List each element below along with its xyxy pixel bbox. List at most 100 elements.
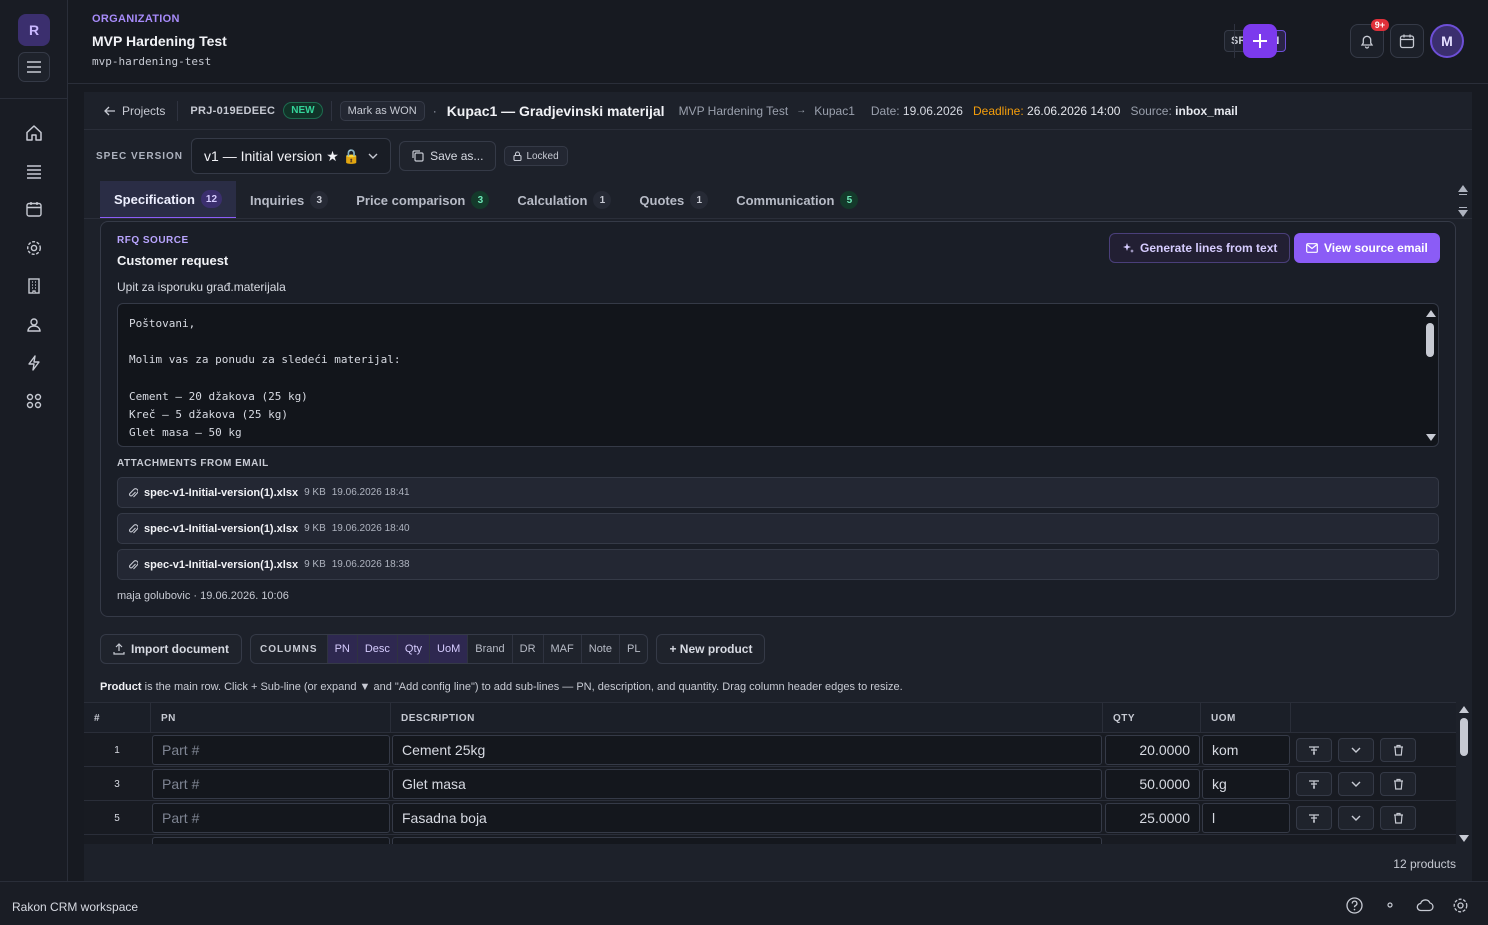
expand-row-button[interactable]	[1338, 738, 1374, 762]
row-number: 5	[114, 812, 120, 824]
delete-row-button[interactable]	[1380, 738, 1416, 762]
menu-toggle-button[interactable]	[18, 52, 50, 82]
create-button[interactable]	[1243, 24, 1277, 58]
pn-input[interactable]: Part #	[152, 803, 390, 833]
add-subline-button[interactable]	[1296, 772, 1332, 796]
settings-button[interactable]	[1451, 896, 1469, 914]
table-scrollbar[interactable]	[1458, 702, 1470, 844]
col-header-qty[interactable]: QTY	[1103, 703, 1201, 734]
deadline-label: Deadline:	[972, 103, 1024, 118]
org-label: ORGANIZATION	[92, 13, 180, 25]
header-separator	[1234, 24, 1235, 58]
column-toggle-maf[interactable]: MAF	[542, 635, 581, 663]
calendar-button[interactable]	[1390, 24, 1424, 58]
uom-input[interactable]: kom	[1202, 735, 1290, 765]
expand-row-button[interactable]	[1338, 806, 1374, 830]
back-to-projects-link[interactable]: Projects	[104, 104, 165, 118]
scroll-thumb[interactable]	[1460, 718, 1468, 756]
col-header-pn[interactable]: PN	[151, 703, 391, 734]
description-input[interactable]: Fasadna boja	[392, 803, 1102, 833]
scroll-down-icon	[1426, 434, 1436, 441]
source-field: Source: inbox_mail	[1130, 104, 1237, 118]
nav-companies[interactable]	[24, 276, 44, 296]
description-input[interactable]: Cement 25kg	[392, 735, 1102, 765]
qty-input[interactable]: 20.0000	[1105, 735, 1200, 765]
mark-as-won-button[interactable]: Mark as WON	[339, 100, 425, 121]
column-toggle-pl[interactable]: PL	[619, 635, 647, 663]
nav-apps[interactable]	[24, 391, 44, 411]
email-body-box[interactable]: Poštovani, Molim vas za ponudu za sledeć…	[117, 303, 1439, 447]
column-toggle-qty[interactable]: Qty	[396, 635, 430, 663]
home-icon	[26, 125, 42, 141]
expand-row-button[interactable]	[1338, 772, 1374, 796]
attachment-item[interactable]: spec-v1-Initial-version(1).xlsx 9 KB 19.…	[117, 549, 1439, 580]
tab-quotes[interactable]: Quotes 1	[625, 181, 722, 219]
column-toggle-desc[interactable]: Desc	[356, 635, 397, 663]
delete-row-button[interactable]	[1380, 806, 1416, 830]
rfq-subject: Upit za isporuku građ.materijala	[117, 280, 286, 294]
tab-inquiries[interactable]: Inquiries 3	[236, 181, 342, 219]
sync-button[interactable]	[1416, 896, 1434, 914]
building-icon	[28, 278, 40, 294]
nav-contacts[interactable]	[24, 315, 44, 335]
columns-toggle-group: COLUMNS PN Desc Qty UoM Brand DR MAF Not…	[250, 634, 649, 664]
new-product-button[interactable]: + New product	[656, 634, 766, 664]
crumb-org[interactable]: MVP Hardening Test	[679, 104, 789, 118]
col-header-description[interactable]: DESCRIPTION	[391, 703, 1103, 734]
email-scrollbar[interactable]	[1424, 306, 1436, 444]
description-input[interactable]	[392, 837, 1102, 844]
add-subline-button[interactable]	[1296, 738, 1332, 762]
generate-lines-button[interactable]: Generate lines from text	[1109, 233, 1291, 263]
save-as-button[interactable]: Save as...	[399, 141, 497, 171]
pn-input[interactable]: Part #	[152, 769, 390, 799]
crumb-customer[interactable]: Kupac1	[814, 104, 855, 118]
column-toggle-uom[interactable]: UoM	[429, 635, 468, 663]
delete-row-button[interactable]	[1380, 772, 1416, 796]
attachment-item[interactable]: spec-v1-Initial-version(1).xlsx 9 KB 19.…	[117, 477, 1439, 508]
table-header: # PN DESCRIPTION QTY UOM	[84, 702, 1456, 734]
scroll-thumb[interactable]	[1426, 323, 1434, 357]
attachment-date: 19.06.2026 18:40	[331, 523, 410, 534]
pn-input[interactable]	[152, 837, 390, 844]
scroll-thumb[interactable]	[1459, 194, 1467, 208]
qty-input[interactable]: 25.0000	[1105, 803, 1200, 833]
uom-input[interactable]: kg	[1202, 769, 1290, 799]
column-toggle-dr[interactable]: DR	[511, 635, 543, 663]
tab-calculation[interactable]: Calculation 1	[503, 181, 625, 219]
nav-automations[interactable]	[24, 353, 44, 373]
column-toggle-pn[interactable]: PN	[326, 635, 357, 663]
nav-calendar[interactable]	[24, 199, 44, 219]
columns-label: COLUMNS	[260, 643, 318, 655]
col-header-num[interactable]: #	[84, 703, 151, 734]
import-document-button[interactable]: Import document	[100, 634, 242, 664]
spec-version-select[interactable]: v1 — Initial version ★ 🔒	[191, 138, 392, 174]
column-toggle-note[interactable]: Note	[580, 635, 619, 663]
tab-specification[interactable]: Specification 12	[100, 181, 237, 219]
tab-count: 1	[593, 191, 612, 209]
deadline-field: Deadline: 26.06.2026 14:00	[973, 104, 1120, 118]
attachment-name: spec-v1-Initial-version(1).xlsx	[144, 558, 299, 571]
description-input[interactable]: Glet masa	[392, 769, 1102, 799]
user-avatar[interactable]: M	[1430, 24, 1464, 58]
subline-icon	[1309, 780, 1319, 789]
uom-input[interactable]: l	[1202, 803, 1290, 833]
tab-price-comparison[interactable]: Price comparison 3	[342, 181, 503, 219]
add-subline-button[interactable]	[1296, 806, 1332, 830]
col-header-uom[interactable]: UOM	[1201, 703, 1291, 734]
nav-settings[interactable]	[24, 238, 44, 258]
nav-home[interactable]	[24, 123, 44, 143]
nav-list[interactable]	[24, 161, 44, 181]
app-logo[interactable]: R	[18, 14, 50, 46]
pn-input[interactable]: Part #	[152, 735, 390, 765]
attachment-name: spec-v1-Initial-version(1).xlsx	[144, 522, 299, 535]
column-toggle-brand[interactable]: Brand	[467, 635, 511, 663]
page-scrollbar[interactable]	[1458, 185, 1468, 217]
notifications-button[interactable]: 9+	[1350, 19, 1389, 58]
org-name: MVP Hardening Test	[92, 33, 227, 49]
qty-input[interactable]: 50.0000	[1105, 769, 1200, 799]
attachment-item[interactable]: spec-v1-Initial-version(1).xlsx 9 KB 19.…	[117, 513, 1439, 544]
tab-communication[interactable]: Communication 5	[722, 181, 872, 219]
help-button[interactable]	[1345, 896, 1363, 914]
view-source-email-button[interactable]: View source email	[1294, 233, 1440, 263]
mail-icon	[1306, 243, 1318, 253]
